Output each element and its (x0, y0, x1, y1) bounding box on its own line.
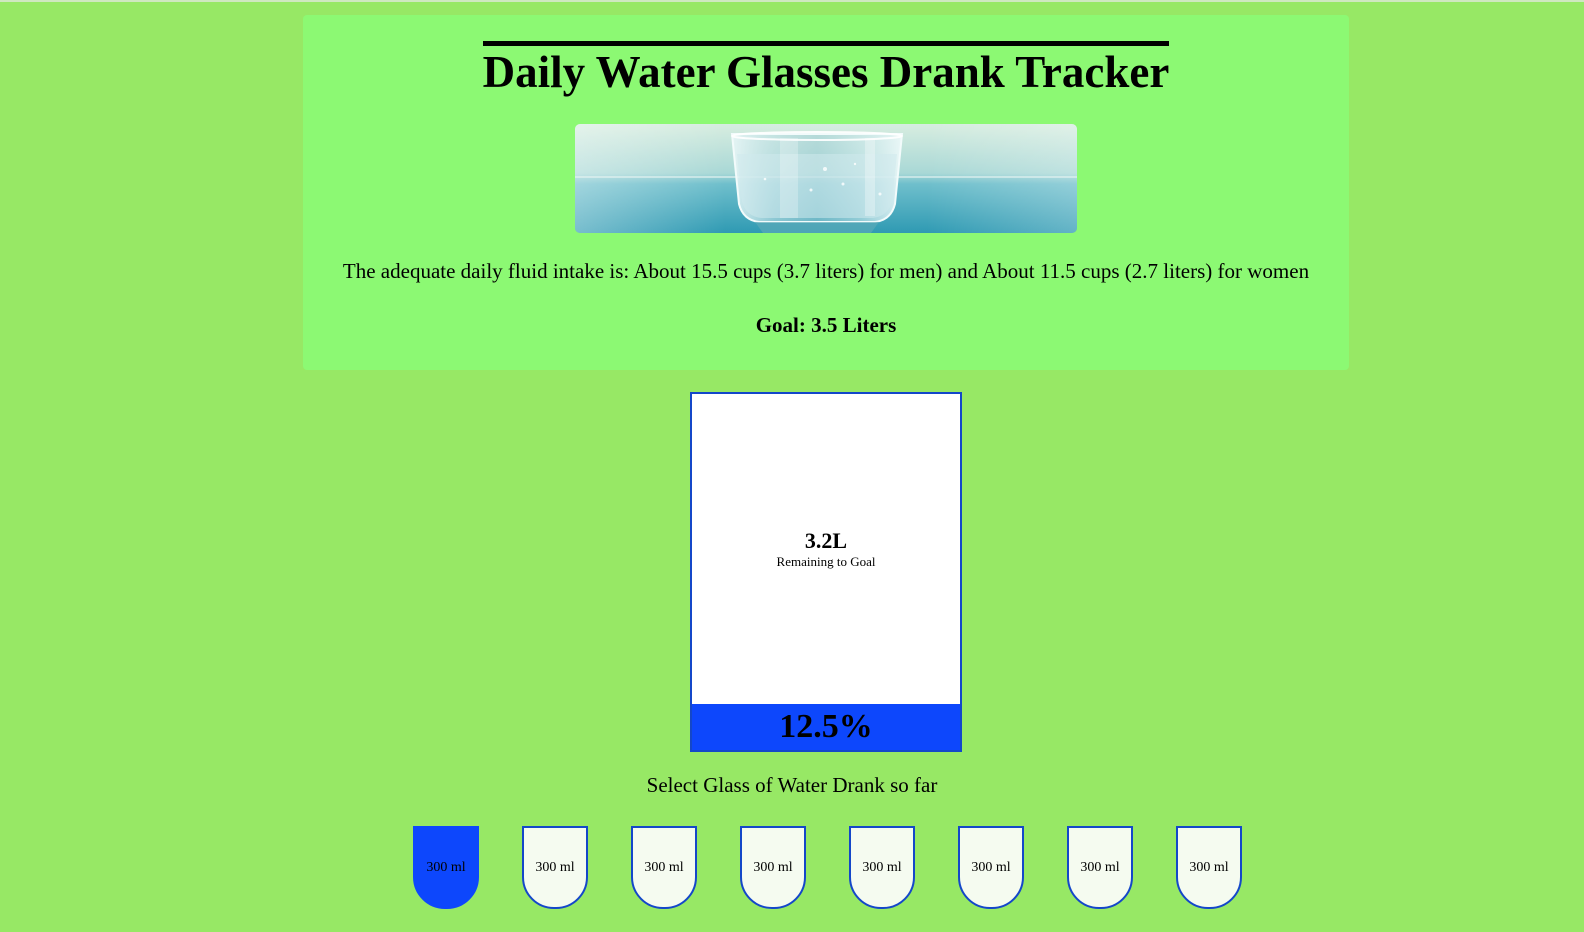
small-cup[interactable]: 300 ml (958, 826, 1024, 909)
small-cup[interactable]: 300 ml (1176, 826, 1242, 909)
cup-label: 300 ml (971, 859, 1011, 875)
select-cups-label: Select Glass of Water Drank so far (646, 773, 938, 797)
percentage-fill: 12.5% (692, 704, 960, 750)
small-cup[interactable]: 300 ml (631, 826, 697, 909)
water-progress-glass: 3.2L Remaining to Goal 12.5% (690, 392, 962, 752)
page-title: Daily Water Glasses Drank Tracker (482, 41, 1170, 98)
small-cup[interactable]: 300 ml (849, 826, 915, 909)
goal-text: Goal: 3.5 Liters (755, 313, 897, 337)
cup-label: 300 ml (644, 859, 684, 875)
cup-label: 300 ml (1080, 859, 1120, 875)
cup-label: 300 ml (753, 859, 793, 875)
small-cups-row: 300 ml 300 ml 300 ml 300 ml 300 ml 300 m… (413, 826, 1243, 909)
header-card: Daily Water Glasses Drank Tracker The ad… (303, 15, 1349, 370)
percentage-value: 12.5% (779, 708, 873, 745)
cup-label: 300 ml (1189, 859, 1229, 875)
small-cup[interactable]: 300 ml (1067, 826, 1133, 909)
cup-label: 300 ml (862, 859, 902, 875)
small-cup[interactable]: 300 ml (740, 826, 806, 909)
remaining-amount: 3.2L (804, 528, 848, 553)
remaining-label: Remaining to Goal (776, 554, 876, 569)
remaining-block: 3.2L Remaining to Goal (692, 528, 960, 570)
small-cup[interactable]: 300 ml (413, 826, 479, 909)
small-cup[interactable]: 300 ml (522, 826, 588, 909)
cup-label: 300 ml (426, 859, 466, 875)
water-glass-banner-image (575, 124, 1077, 233)
cup-label: 300 ml (535, 859, 575, 875)
top-divider (0, 0, 1584, 2)
intake-info-text: The adequate daily fluid intake is: Abou… (342, 259, 1310, 283)
